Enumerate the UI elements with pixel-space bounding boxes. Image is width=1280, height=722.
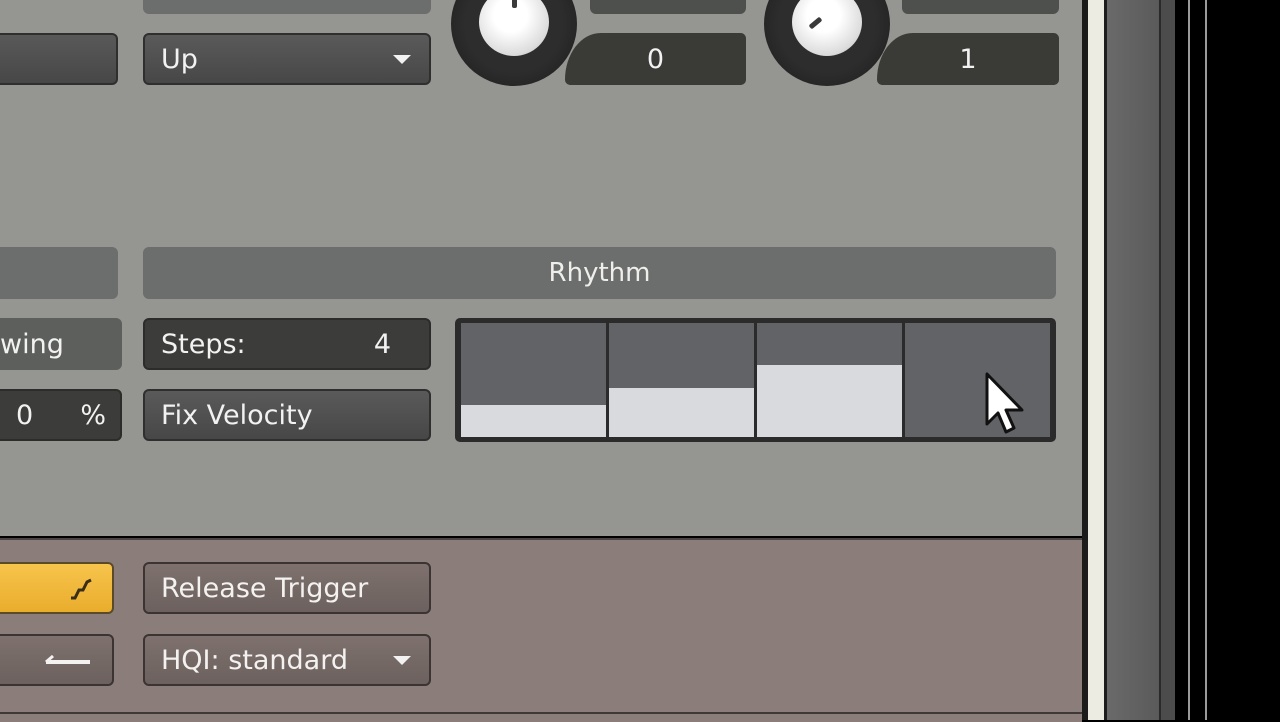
- frame-line-2: [1205, 0, 1207, 720]
- left-section-header: [0, 247, 118, 299]
- release-trigger-label: Release Trigger: [161, 572, 369, 604]
- rhythm-step-3-level: [757, 365, 902, 437]
- knob-2-value-display[interactable]: 1: [877, 33, 1059, 85]
- window-frame-dark: [1161, 0, 1175, 720]
- steps-label: Steps:: [161, 328, 246, 360]
- rhythm-step-1-level: [461, 405, 606, 437]
- step-curve-icon: [71, 578, 92, 600]
- knob-1-value-display[interactable]: 0: [565, 33, 746, 85]
- knob-1-label-strip: [590, 0, 746, 14]
- knob-2-indicator: [808, 16, 823, 30]
- chevron-down-icon: [393, 656, 411, 665]
- swing-unit: %: [80, 399, 106, 431]
- fix-velocity-button[interactable]: Fix Velocity: [143, 389, 431, 441]
- direction-dropdown-value: Up: [161, 43, 198, 75]
- source-panel-bottom: [0, 712, 1082, 722]
- swing-label-box: wing: [0, 318, 122, 370]
- scrollbar-track[interactable]: [1107, 0, 1161, 720]
- background-area: [1175, 0, 1280, 720]
- fix-velocity-label: Fix Velocity: [161, 399, 313, 431]
- rhythm-header: Rhythm: [143, 247, 1056, 299]
- chevron-down-icon: [393, 55, 411, 64]
- rhythm-header-label: Rhythm: [548, 258, 651, 288]
- hqi-dropdown[interactable]: HQI: standard: [143, 634, 431, 686]
- return-arrow-icon: [45, 654, 90, 664]
- knob-2-label-strip: [902, 0, 1059, 14]
- swing-label: wing: [0, 328, 64, 360]
- knob-2-value: 1: [959, 43, 977, 75]
- direction-dropdown[interactable]: Up: [143, 33, 431, 85]
- rhythm-step-3[interactable]: [757, 323, 902, 437]
- frame-line-1: [1188, 0, 1190, 720]
- swing-value-field[interactable]: 0 %: [0, 389, 122, 441]
- window-frame-light: [1088, 0, 1107, 720]
- rhythm-step-1[interactable]: [461, 323, 606, 437]
- rhythm-step-2[interactable]: [609, 323, 754, 437]
- steps-value: 4: [373, 328, 391, 360]
- mouse-cursor-icon: [985, 372, 1024, 434]
- swing-value: 0: [16, 399, 34, 431]
- steps-field[interactable]: Steps: 4: [143, 318, 431, 370]
- rhythm-step-table[interactable]: [455, 318, 1056, 442]
- knob-1-indicator: [512, 0, 517, 8]
- accent-toggle-button[interactable]: [0, 562, 114, 614]
- hqi-dropdown-value: HQI: standard: [161, 644, 348, 676]
- top-header-strip: [143, 0, 431, 14]
- knob-1-cap: [479, 0, 549, 56]
- knob-1-value: 0: [646, 43, 665, 75]
- rhythm-step-2-level: [609, 387, 754, 437]
- return-button[interactable]: [0, 634, 114, 686]
- top-left-button[interactable]: [0, 33, 118, 85]
- knob-2-cap: [792, 0, 862, 56]
- release-trigger-button[interactable]: Release Trigger: [143, 562, 431, 614]
